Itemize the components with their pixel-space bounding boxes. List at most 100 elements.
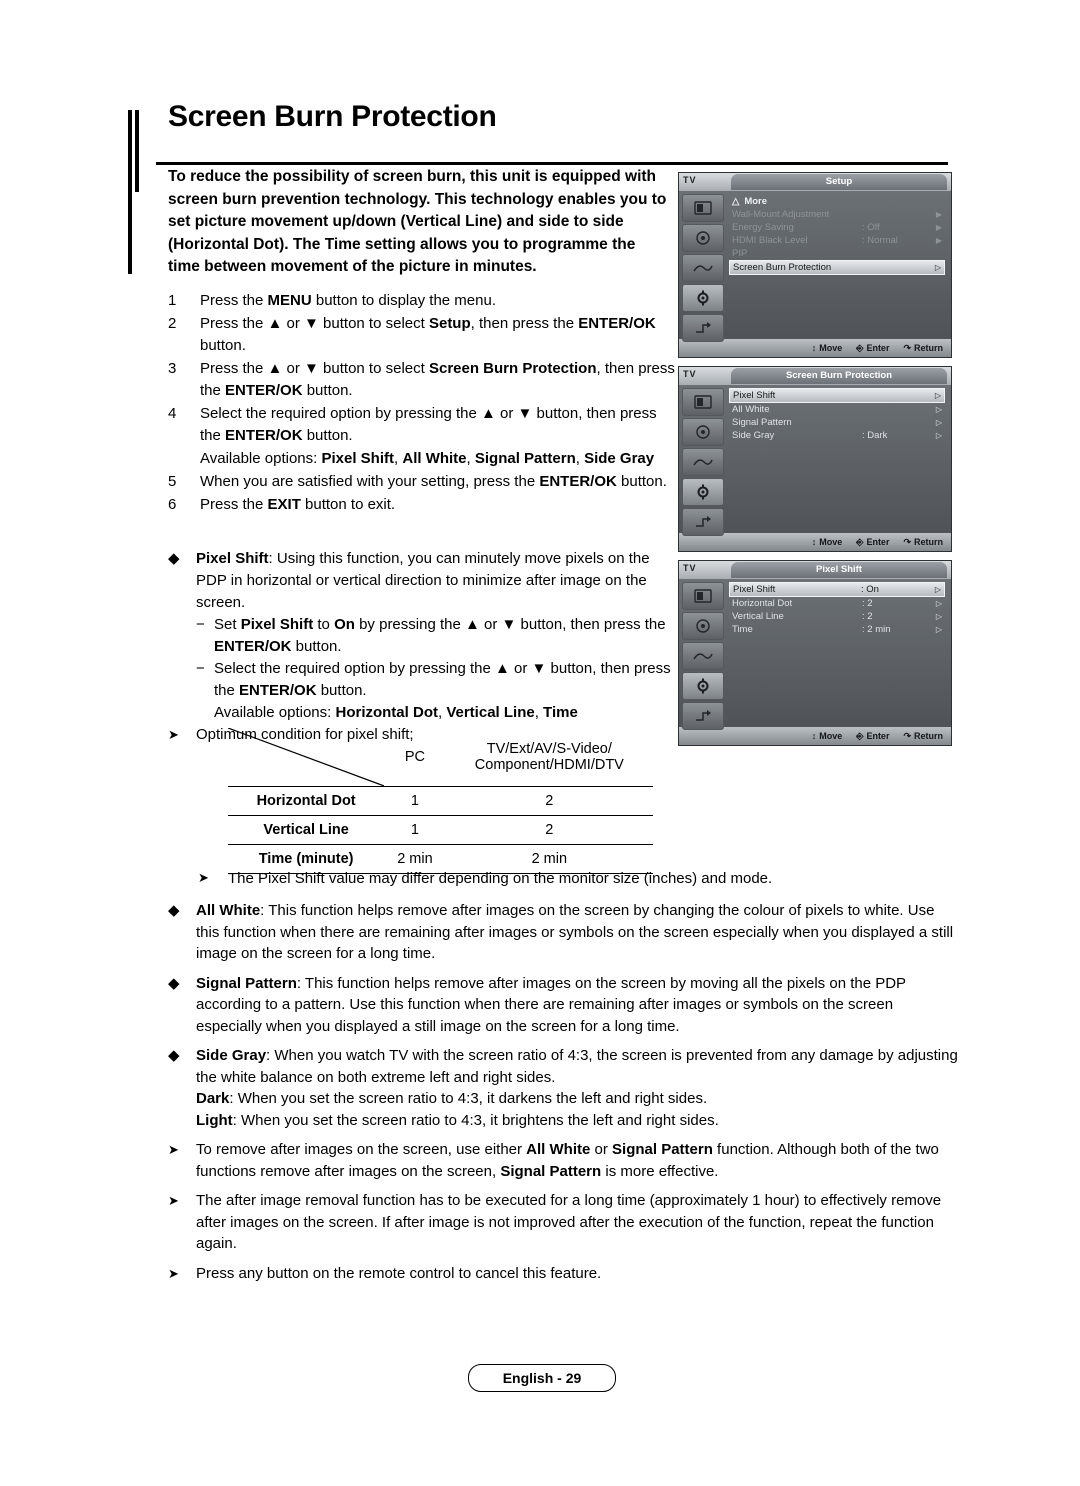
step-options-text: Available options: Pixel Shift, All Whit…	[200, 450, 655, 467]
osd-row-hdmi-black-level[interactable]: HDMI Black Level : Normal ▶	[729, 234, 945, 247]
setup-icon[interactable]	[682, 478, 724, 506]
setup-icon[interactable]	[682, 672, 724, 700]
chevron-right-icon: ▷	[935, 418, 942, 427]
sub-item-text: Select the required option by pressing t…	[214, 660, 671, 699]
channel-icon[interactable]	[682, 642, 724, 670]
diamond-bullet-icon: ◆	[168, 1047, 180, 1064]
chevron-right-icon: ▷	[935, 405, 942, 414]
osd-row-horizontal-dot[interactable]: Horizontal Dot : 2 ▷	[729, 597, 945, 610]
picture-icon[interactable]	[682, 582, 724, 610]
row-other-value: 2	[445, 786, 653, 816]
setup-icon[interactable]	[682, 284, 724, 312]
enter-hint: ⎆ Enter	[856, 537, 889, 548]
pixel-shift-table: PC TV/Ext/AV/S-Video/ Component/HDMI/DTV…	[228, 728, 653, 874]
sub-item-spacer	[196, 702, 214, 724]
table-corner-cell	[228, 728, 385, 787]
row-label: Screen Burn Protection	[733, 262, 832, 273]
sub-item-text: Set Pixel Shift to On by pressing the ▲ …	[214, 616, 666, 655]
enter-label: Enter	[866, 730, 890, 741]
osd-title: Setup	[731, 174, 947, 190]
osd-title: Pixel Shift	[731, 562, 947, 578]
channel-icon[interactable]	[682, 448, 724, 476]
table: PC TV/Ext/AV/S-Video/ Component/HDMI/DTV…	[228, 728, 653, 874]
arrow-bullet-icon: ➤	[198, 870, 209, 885]
step-number: 1	[168, 292, 177, 309]
picture-icon[interactable]	[682, 388, 724, 416]
bullet-text: Side Gray: When you watch TV with the sc…	[196, 1045, 958, 1131]
osd-row-signal-pattern[interactable]: Signal Pattern ▷	[729, 416, 945, 429]
move-hint: ↕ Move	[812, 343, 843, 353]
osd-row-time[interactable]: Time : 2 min ▷	[729, 623, 945, 636]
page-title: Screen Burn Protection	[168, 100, 497, 133]
osd-row-side-gray[interactable]: Side Gray : Dark ▷	[729, 429, 945, 442]
dash-bullet-icon: −	[196, 660, 205, 677]
return-arrow-icon: ↷	[903, 536, 911, 547]
osd-row-screen-burn-protection[interactable]: Screen Burn Protection ▷	[729, 260, 945, 275]
dark-body: : When you set the screen ratio to 4:3, …	[229, 1090, 708, 1107]
intro-paragraph: To reduce the possibility of screen burn…	[168, 168, 667, 275]
step-number: 3	[168, 360, 177, 377]
chevron-right-icon: ▷	[935, 612, 942, 621]
osd-row-wall-mount[interactable]: Wall-Mount Adjustment ▶	[729, 208, 945, 221]
table-note-text: The Pixel Shift value may differ dependi…	[228, 870, 773, 887]
osd-tv-label: TV	[683, 175, 697, 185]
move-hint: ↕ Move	[812, 731, 843, 741]
bullet-text: Signal Pattern: This function helps remo…	[196, 973, 958, 1038]
chevron-right-icon: ▶	[935, 210, 942, 219]
osd-row-all-white[interactable]: All White ▷	[729, 403, 945, 416]
row-value: : 2	[862, 598, 873, 609]
step-spacer	[168, 448, 200, 470]
title-underline	[156, 162, 948, 165]
step-1: 1 Press the MENU button to display the m…	[168, 290, 678, 312]
step-text: Press the MENU button to display the men…	[200, 292, 496, 309]
osd-icon-column	[682, 582, 724, 732]
table-row: Horizontal Dot 1 2	[228, 786, 653, 816]
osd-panel-setup: TV Setup △ More Wall-Mount Adjustment ▶	[678, 172, 952, 358]
input-icon[interactable]	[682, 314, 724, 342]
osd-row-energy-saving[interactable]: Energy Saving : Off ▶	[729, 221, 945, 234]
osd-more-row[interactable]: △ More	[729, 194, 945, 208]
step-3: 3 Press the ▲ or ▼ button to select Scre…	[168, 358, 678, 402]
chevron-right-icon: ▷	[935, 431, 942, 440]
osd-tv-label: TV	[683, 369, 697, 379]
arrow-note-2: ➤ The after image removal function has t…	[168, 1190, 958, 1255]
move-label: Move	[819, 537, 843, 547]
step-4-options: Available options: Pixel Shift, All Whit…	[168, 448, 678, 470]
row-value: : Off	[862, 222, 880, 233]
dash-bullet-icon: −	[196, 616, 205, 633]
osd-row-vertical-line[interactable]: Vertical Line : 2 ▷	[729, 610, 945, 623]
arrow-bullet-icon: ➤	[168, 1142, 179, 1157]
row-pc-value: 1	[384, 815, 446, 845]
input-icon[interactable]	[682, 702, 724, 730]
channel-icon[interactable]	[682, 254, 724, 282]
arrow-bullet-icon: ➤	[168, 1193, 179, 1208]
sound-icon[interactable]	[682, 224, 724, 252]
col-header-line-2: Component/HDMI/DTV	[474, 757, 624, 773]
pixel-shift-bullets: ◆ Pixel Shift: Using this function, you …	[168, 548, 678, 746]
osd-row-pip[interactable]: PIP	[729, 247, 945, 260]
osd-row-pixel-shift[interactable]: Pixel Shift : On ▷	[729, 582, 945, 597]
row-value: : Dark	[862, 430, 888, 441]
sub-item-options-text: Available options: Horizontal Dot, Verti…	[214, 704, 578, 721]
bullet-lead: Signal Pattern	[196, 974, 297, 992]
sound-icon[interactable]	[682, 418, 724, 446]
bullet-all-white: ◆ All White: This function helps remove …	[168, 900, 958, 965]
title-decoration-bars	[128, 110, 142, 274]
osd-menu-list: Pixel Shift : On ▷ Horizontal Dot : 2 ▷ …	[729, 582, 945, 636]
osd-row-pixel-shift[interactable]: Pixel Shift ▷	[729, 388, 945, 403]
enter-hint: ⎆ Enter	[856, 343, 889, 354]
step-5: 5 When you are satisfied with your setti…	[168, 471, 678, 493]
chevron-right-icon: ▶	[935, 236, 942, 245]
arrow-note-text: Press any button on the remote control t…	[196, 1264, 602, 1282]
input-icon[interactable]	[682, 508, 724, 536]
osd-titlebar: TV Setup	[679, 173, 951, 191]
osd-panel-screen-burn-protection: TV Screen Burn Protection Pixel Shift ▷ …	[678, 366, 952, 552]
bullet-body: : This function helps remove after image…	[196, 902, 954, 962]
side-gray-dark-line: Dark: When you set the screen ratio to 4…	[196, 1088, 958, 1110]
osd-panel-pixel-shift: TV Pixel Shift Pixel Shift : On ▷ Horizo…	[678, 560, 952, 746]
step-number: 4	[168, 405, 177, 422]
page-title-block: Screen Burn Protection	[128, 100, 948, 274]
col-header-line-1: TV/Ext/AV/S-Video/	[486, 741, 612, 757]
sound-icon[interactable]	[682, 612, 724, 640]
picture-icon[interactable]	[682, 194, 724, 222]
